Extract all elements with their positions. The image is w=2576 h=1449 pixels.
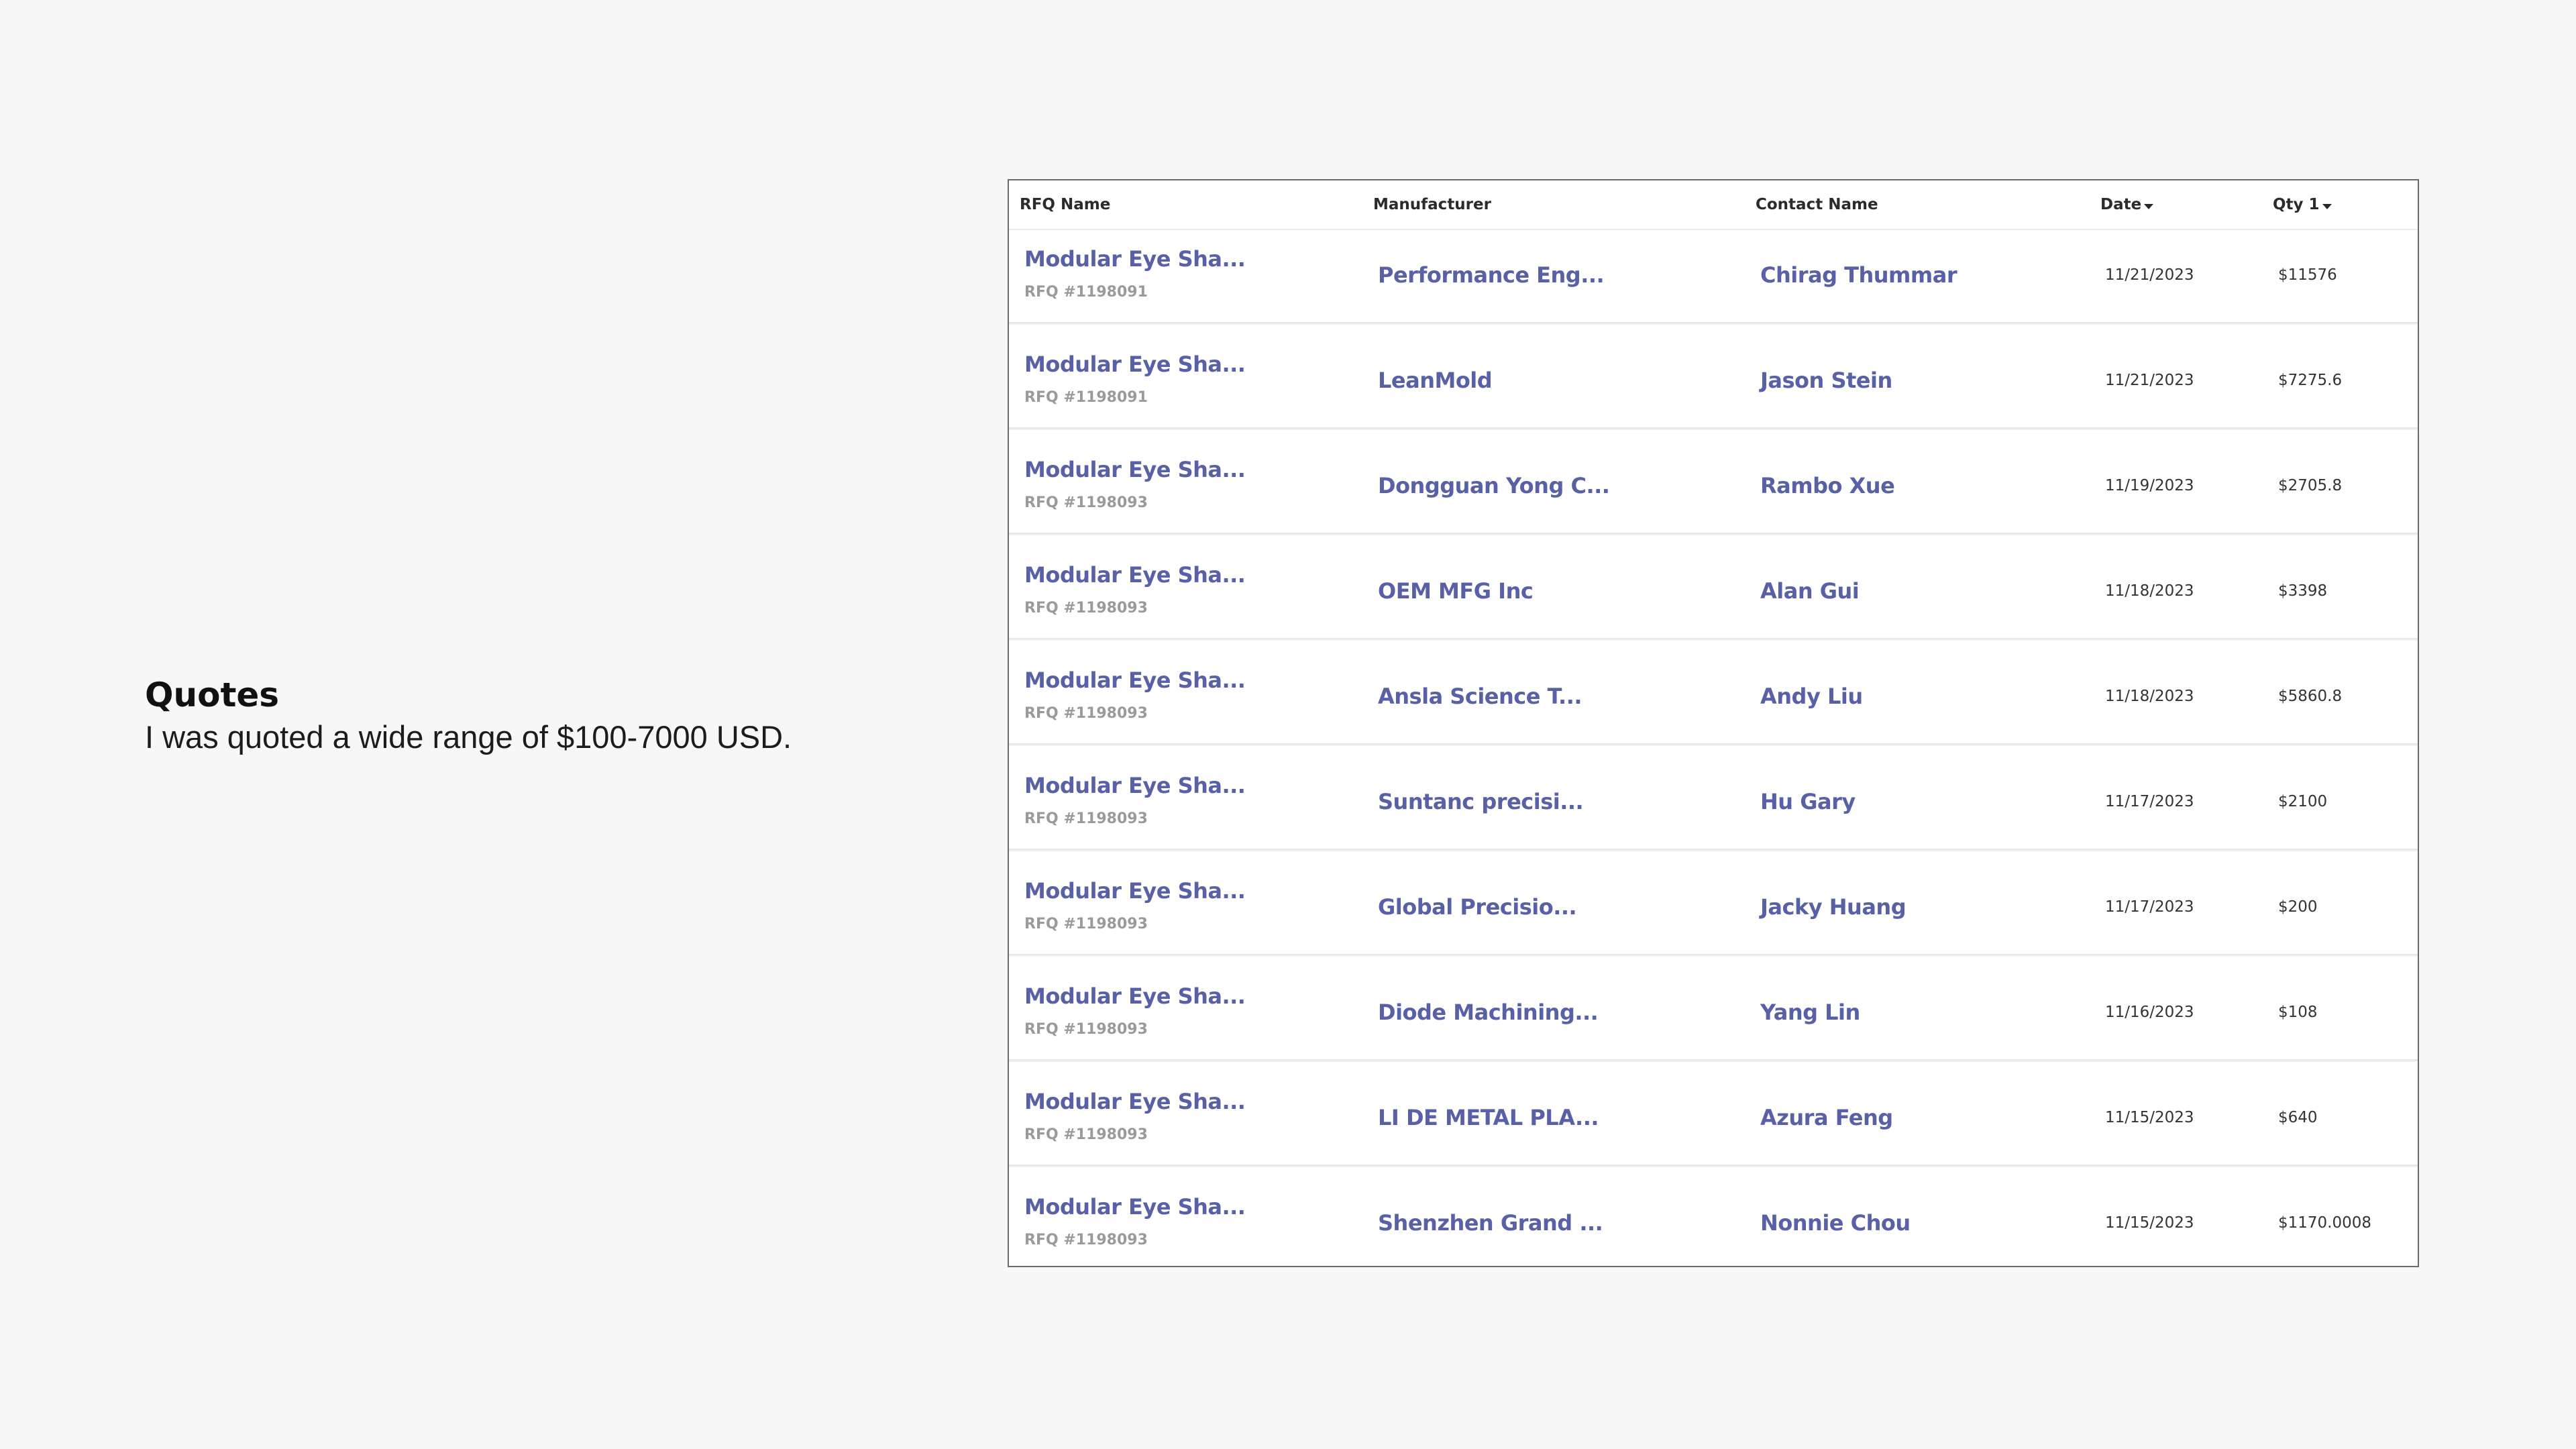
quote-date: 11/17/2023: [2105, 793, 2194, 810]
quote-amount: $640: [2278, 1109, 2318, 1126]
table-row[interactable]: Modular Eye Sha... RFQ #1198093 LI DE ME…: [1009, 1073, 2418, 1166]
quote-date: 11/19/2023: [2105, 477, 2194, 494]
rfq-number: RFQ #1198093: [1024, 494, 1148, 511]
contact-name-link[interactable]: Yang Lin: [1760, 1000, 1860, 1025]
rfq-name-link[interactable]: Modular Eye Sha...: [1024, 773, 1246, 798]
rfq-name-link[interactable]: Modular Eye Sha...: [1024, 983, 1246, 1009]
quote-amount: $2100: [2278, 793, 2328, 810]
table-header: RFQ Name Manufacturer Contact Name Date …: [1009, 180, 2418, 230]
table-row[interactable]: Modular Eye Sha... RFQ #1198093 OEM MFG …: [1009, 546, 2418, 639]
quote-amount: $5860.8: [2278, 688, 2343, 705]
caption-block: Quotes I was quoted a wide range of $100…: [145, 674, 936, 758]
rfq-name-link[interactable]: Modular Eye Sha...: [1024, 1194, 1246, 1220]
table-row[interactable]: Modular Eye Sha... RFQ #1198093 Global P…: [1009, 862, 2418, 955]
header-date-label: Date: [2100, 196, 2142, 213]
header-contact-name-label: Contact Name: [1756, 196, 1878, 213]
manufacturer-link[interactable]: Suntanc precisi...: [1378, 789, 1584, 814]
manufacturer-link[interactable]: Global Precisio...: [1378, 894, 1577, 920]
quote-date: 11/15/2023: [2105, 1109, 2194, 1126]
rfq-name-link[interactable]: Modular Eye Sha...: [1024, 667, 1246, 693]
rfq-number: RFQ #1198093: [1024, 705, 1148, 722]
manufacturer-link[interactable]: Ansla Science T...: [1378, 684, 1582, 709]
contact-name-link[interactable]: Jason Stein: [1760, 368, 1892, 393]
table-row[interactable]: Modular Eye Sha... RFQ #1198093 Ansla Sc…: [1009, 651, 2418, 745]
rfq-number: RFQ #1198091: [1024, 284, 1148, 301]
sort-caret-down-icon: [2322, 203, 2332, 209]
caption-title: Quotes: [145, 676, 280, 714]
rfq-number: RFQ #1198093: [1024, 916, 1148, 932]
quote-date: 11/21/2023: [2105, 372, 2194, 389]
header-qty-label: Qty 1: [2273, 196, 2320, 213]
quote-amount: $200: [2278, 898, 2318, 916]
contact-name-link[interactable]: Alan Gui: [1760, 578, 1860, 604]
contact-name-link[interactable]: Chirag Thummar: [1760, 262, 1957, 288]
table-row[interactable]: Modular Eye Sha... RFQ #1198093 Suntanc …: [1009, 757, 2418, 850]
quote-date: 11/21/2023: [2105, 266, 2194, 284]
manufacturer-link[interactable]: OEM MFG Inc: [1378, 578, 1534, 604]
header-date[interactable]: Date: [2100, 180, 2154, 229]
table-row[interactable]: Modular Eye Sha... RFQ #1198091 Performa…: [1009, 230, 2418, 323]
rfq-number: RFQ #1198093: [1024, 1232, 1148, 1248]
header-manufacturer-label: Manufacturer: [1373, 196, 1491, 213]
caption-body: I was quoted a wide range of $100-7000 U…: [145, 719, 792, 755]
quote-date: 11/16/2023: [2105, 1004, 2194, 1021]
manufacturer-link[interactable]: Dongguan Yong C...: [1378, 473, 1610, 498]
manufacturer-link[interactable]: Performance Eng...: [1378, 262, 1605, 288]
quote-amount: $2705.8: [2278, 477, 2343, 494]
header-manufacturer[interactable]: Manufacturer: [1373, 180, 1491, 229]
rfq-name-link[interactable]: Modular Eye Sha...: [1024, 246, 1246, 272]
rfq-name-link[interactable]: Modular Eye Sha...: [1024, 878, 1246, 904]
manufacturer-link[interactable]: LeanMold: [1378, 368, 1493, 393]
rfq-number: RFQ #1198093: [1024, 1126, 1148, 1143]
manufacturer-link[interactable]: Diode Machining...: [1378, 1000, 1599, 1025]
rfq-name-link[interactable]: Modular Eye Sha...: [1024, 352, 1246, 377]
quote-date: 11/18/2023: [2105, 688, 2194, 705]
quote-amount: $108: [2278, 1004, 2318, 1021]
quotes-table: RFQ Name Manufacturer Contact Name Date …: [1008, 179, 2419, 1267]
table-row[interactable]: Modular Eye Sha... RFQ #1198093 Dongguan…: [1009, 441, 2418, 534]
header-contact-name[interactable]: Contact Name: [1756, 180, 1878, 229]
header-qty[interactable]: Qty 1: [2273, 180, 2332, 229]
slide: Quotes I was quoted a wide range of $100…: [0, 0, 2576, 1449]
contact-name-link[interactable]: Nonnie Chou: [1760, 1210, 1911, 1236]
header-rfq-name-label: RFQ Name: [1020, 196, 1111, 213]
rfq-name-link[interactable]: Modular Eye Sha...: [1024, 457, 1246, 482]
contact-name-link[interactable]: Jacky Huang: [1760, 894, 1907, 920]
quote-amount: $1170.0008: [2278, 1214, 2372, 1232]
table-row[interactable]: Modular Eye Sha... RFQ #1198093 Diode Ma…: [1009, 967, 2418, 1061]
rfq-number: RFQ #1198093: [1024, 1021, 1148, 1038]
rfq-number: RFQ #1198091: [1024, 389, 1148, 406]
rfq-name-link[interactable]: Modular Eye Sha...: [1024, 562, 1246, 588]
quote-date: 11/18/2023: [2105, 582, 2194, 600]
rfq-name-link[interactable]: Modular Eye Sha...: [1024, 1089, 1246, 1114]
sort-caret-down-icon: [2144, 203, 2154, 209]
contact-name-link[interactable]: Azura Feng: [1760, 1105, 1893, 1130]
manufacturer-link[interactable]: LI DE METAL PLA...: [1378, 1105, 1599, 1130]
table-row[interactable]: Modular Eye Sha... RFQ #1198091 LeanMold…: [1009, 335, 2418, 429]
table-row[interactable]: Modular Eye Sha... RFQ #1198093 Shenzhen…: [1009, 1178, 2418, 1266]
rfq-number: RFQ #1198093: [1024, 600, 1148, 616]
quote-amount: $11576: [2278, 266, 2337, 284]
quote-amount: $7275.6: [2278, 372, 2343, 389]
rfq-number: RFQ #1198093: [1024, 810, 1148, 827]
quote-date: 11/15/2023: [2105, 1214, 2194, 1232]
header-rfq-name[interactable]: RFQ Name: [1020, 180, 1110, 229]
contact-name-link[interactable]: Rambo Xue: [1760, 473, 1895, 498]
quote-amount: $3398: [2278, 582, 2328, 600]
quote-date: 11/17/2023: [2105, 898, 2194, 916]
contact-name-link[interactable]: Hu Gary: [1760, 789, 1856, 814]
manufacturer-link[interactable]: Shenzhen Grand ...: [1378, 1210, 1603, 1236]
contact-name-link[interactable]: Andy Liu: [1760, 684, 1863, 709]
table-body: Modular Eye Sha... RFQ #1198091 Performa…: [1009, 230, 2418, 1266]
